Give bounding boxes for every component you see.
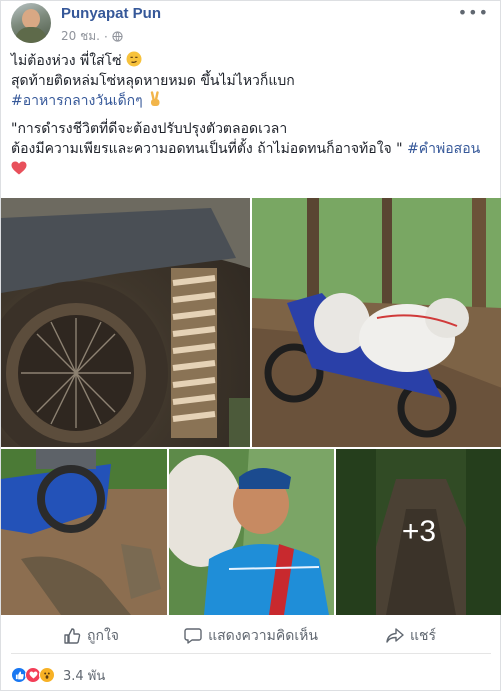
hashtag-lunch[interactable]: #อาหารกลางวันเด็กๆ xyxy=(11,93,143,109)
avatar-body xyxy=(15,27,47,43)
heart-emoji-icon xyxy=(11,161,27,175)
post-meta: 20 ชม. · xyxy=(61,27,123,46)
smirk-emoji-icon xyxy=(126,51,142,67)
photo-bike-in-mud[interactable] xyxy=(1,449,167,615)
victory-hand-emoji-icon xyxy=(150,91,160,106)
more-photos-count: +3 xyxy=(401,515,437,548)
muddy-wheel-image xyxy=(1,198,250,447)
author-avatar[interactable] xyxy=(11,3,51,43)
man-carrying-sack-image xyxy=(169,449,334,615)
post-action-bar: ถูกใจ แสดงความคิดเห็น แชร์ xyxy=(11,618,491,654)
share-button[interactable]: แชร์ xyxy=(331,625,491,647)
post-header: Punyapat Pun 20 ชม. · ••• xyxy=(11,3,491,45)
text-line-1-content: ไม่ต้องห่วง พี่ใส่โซ่ xyxy=(11,53,127,69)
comment-button[interactable]: แสดงความคิดเห็น xyxy=(171,625,331,647)
like-button[interactable]: ถูกใจ xyxy=(11,625,171,647)
text-line-1: ไม่ต้องห่วง พี่ใส่โซ่ xyxy=(11,51,493,71)
author-name[interactable]: Punyapat Pun xyxy=(61,5,161,22)
share-label: แชร์ xyxy=(409,627,437,644)
quote-line-1: "การดำรงชีวิตที่ดีจะต้องปรับปรุงตัวตลอดเ… xyxy=(11,121,288,137)
comment-label: แสดงความคิดเห็น xyxy=(208,627,318,644)
thumbs-up-icon xyxy=(64,627,81,644)
text-line-3: #อาหารกลางวันเด็กๆ xyxy=(11,91,493,111)
bike-in-mud-image xyxy=(1,449,167,615)
photo-muddy-wheel[interactable] xyxy=(1,198,250,447)
post-timestamp[interactable]: 20 ชม. xyxy=(61,27,100,46)
photo-muddy-trail-more[interactable]: +3 xyxy=(336,449,501,615)
text-line-2: สุดท้ายติดหล่มโซ่หลุดหายหมด ขึ้นไม่ไหวก็… xyxy=(11,73,295,89)
hashtag-father-teaching[interactable]: #คำพ่อสอน xyxy=(407,141,480,157)
globe-icon[interactable] xyxy=(112,31,123,42)
reactions-summary[interactable]: 3.4 พัน xyxy=(11,664,105,686)
quote-line-2-content: ต้องมีความเพียรและความอดทนเป็นที่ตั้ง ถ้… xyxy=(11,141,408,157)
post-text: ไม่ต้องห่วง พี่ใส่โซ่ สุดท้ายติดหล่มโซ่ห… xyxy=(11,51,493,179)
photo-loaded-motorbike[interactable] xyxy=(252,198,501,447)
facebook-post: Punyapat Pun 20 ชม. · ••• ไม่ต้องห่วง พี… xyxy=(0,0,501,691)
meta-separator: · xyxy=(103,29,108,44)
quote-line-2: ต้องมีความเพียรและความอดทนเป็นที่ตั้ง ถ้… xyxy=(11,139,493,179)
reaction-count: 3.4 พัน xyxy=(63,668,106,684)
more-photos-overlay[interactable]: +3 xyxy=(336,449,501,615)
comment-bubble-icon xyxy=(184,627,202,644)
like-label: ถูกใจ xyxy=(87,627,119,644)
loaded-motorbike-image xyxy=(252,198,501,447)
share-arrow-icon xyxy=(386,627,404,643)
more-options-button[interactable]: ••• xyxy=(458,3,489,22)
wow-reaction-icon xyxy=(39,667,55,683)
photo-man-carrying-sack[interactable] xyxy=(169,449,334,615)
avatar-face xyxy=(22,9,40,29)
